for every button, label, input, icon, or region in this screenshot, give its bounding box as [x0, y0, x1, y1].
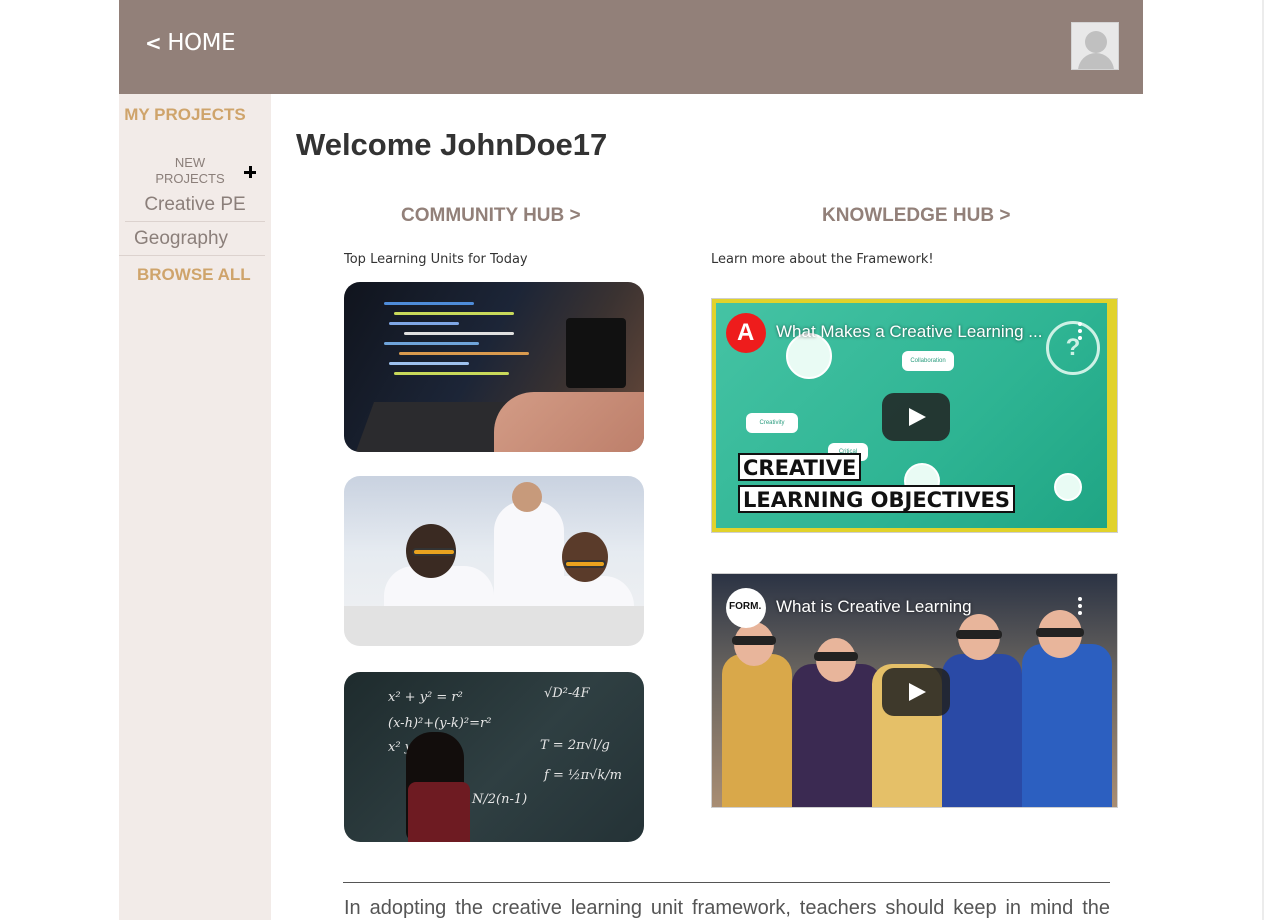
avatar-head-shape: [1085, 31, 1107, 53]
question-mark-icon: ?: [1046, 321, 1100, 375]
code-line: [399, 352, 529, 355]
thumbnail-text-creative: CREATIVE: [738, 453, 862, 481]
sidebar-item-geography[interactable]: Geography: [119, 228, 265, 256]
collaboration-label: Collaboration: [902, 351, 954, 371]
intro-paragraph: In adopting the creative learning unit f…: [344, 897, 1110, 919]
child-figure: [942, 654, 1022, 807]
thumbnail-text-objectives: LEARNING OBJECTIVES: [738, 485, 1015, 513]
child-figure: [1022, 644, 1112, 807]
theatre-masks-icon: [1054, 473, 1082, 501]
user-avatar[interactable]: [1071, 22, 1119, 70]
video-title[interactable]: What Makes a Creative Learning ...: [776, 322, 1042, 342]
new-projects-link[interactable]: NEW PROJECTS: [143, 155, 237, 187]
more-vertical-icon[interactable]: [1078, 322, 1082, 340]
learning-unit-card[interactable]: [344, 282, 644, 452]
sidebar-item-creative-pe[interactable]: Creative PE: [125, 194, 265, 222]
my-projects-heading: MY PROJECTS: [124, 105, 246, 124]
play-icon[interactable]: [882, 668, 950, 716]
child-figure: [722, 654, 792, 807]
student-shirt: [408, 782, 470, 842]
chalk-formula: (x-h)²+(y-k)²=r²: [388, 716, 492, 731]
video-player[interactable]: FORM. What is Creative Learning: [711, 573, 1118, 808]
typing-hand: [494, 392, 644, 452]
chalk-formula: √D²-4F: [544, 686, 590, 701]
chevron-left-icon: <: [145, 31, 162, 55]
blindfold: [956, 630, 1002, 639]
chalk-formula: T = 2π√l/g: [540, 738, 610, 753]
knowledge-hub-link[interactable]: KNOWLEDGE HUB >: [822, 205, 1010, 227]
community-hub-subtitle: Top Learning Units for Today: [344, 252, 528, 267]
code-line: [394, 372, 509, 375]
blindfold: [732, 636, 776, 645]
sidebar: MY PROJECTS NEW PROJECTS Creative PE Geo…: [119, 94, 271, 920]
avatar-body-shape: [1078, 53, 1114, 69]
code-line: [384, 342, 479, 345]
learning-unit-card[interactable]: x² + y² = r² √D²-4F (x-h)²+(y-k)²=r² x² …: [344, 672, 644, 842]
safety-goggles: [412, 548, 456, 556]
adobe-channel-icon[interactable]: A: [726, 313, 766, 353]
browse-all-link[interactable]: BROWSE ALL: [137, 265, 251, 285]
code-line: [389, 322, 459, 325]
lab-desk: [344, 606, 644, 646]
code-line: [404, 332, 514, 335]
chalk-formula: x² + y² = r²: [388, 690, 463, 705]
learning-unit-card[interactable]: [344, 476, 644, 646]
section-divider: [343, 882, 1110, 883]
video-player[interactable]: Collaboration Creativity Critical ? CREA…: [711, 298, 1118, 533]
home-label: HOME: [167, 30, 236, 56]
code-line: [384, 302, 474, 305]
child-figure: [792, 664, 882, 807]
chalk-formula: f = ½π√k/m: [544, 768, 622, 783]
top-bar: < HOME: [119, 0, 1143, 94]
home-link[interactable]: < HOME: [145, 30, 236, 56]
plus-icon[interactable]: [242, 164, 260, 182]
code-line: [394, 312, 514, 315]
blindfold: [814, 652, 858, 661]
video-title[interactable]: What is Creative Learning: [776, 597, 972, 617]
chalk-formula: N/2(n-1): [472, 792, 528, 807]
play-icon[interactable]: [882, 393, 950, 441]
coffee-mug: [566, 318, 626, 388]
code-line: [389, 362, 469, 365]
blindfold: [1036, 628, 1084, 637]
creativity-label: Creativity: [746, 413, 798, 433]
knowledge-hub-subtitle: Learn more about the Framework!: [711, 252, 934, 267]
more-vertical-icon[interactable]: [1078, 597, 1082, 615]
community-hub-link[interactable]: COMMUNITY HUB >: [401, 205, 581, 227]
safety-goggles: [564, 560, 606, 568]
student-head: [562, 532, 608, 582]
teacher-head: [512, 482, 542, 512]
form-channel-icon[interactable]: FORM.: [726, 588, 766, 628]
page-title: Welcome JohnDoe17: [296, 127, 608, 162]
